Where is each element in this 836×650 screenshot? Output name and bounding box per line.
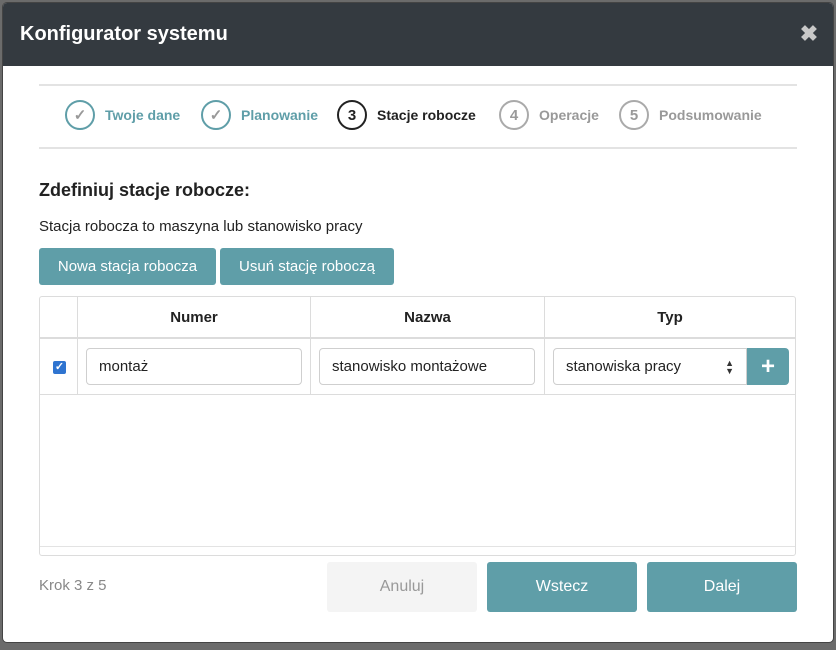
configurator-modal: Konfigurator systemu ✖ ✓ Twoje dane ✓ Pl… bbox=[3, 3, 833, 642]
step-label: Operacje bbox=[539, 107, 599, 123]
type-cell: stanowiska pracy ▲ ▼ + bbox=[544, 339, 795, 394]
close-icon[interactable]: ✖ bbox=[799, 22, 819, 46]
name-input[interactable]: stanowisko montażowe bbox=[319, 348, 535, 385]
wizard-stepper: ✓ Twoje dane ✓ Planowanie 3 Stacje roboc… bbox=[39, 84, 797, 149]
step-label: Twoje dane bbox=[105, 107, 181, 123]
step-label: Planowanie bbox=[241, 107, 319, 123]
step-twoje-dane[interactable]: ✓ Twoje dane bbox=[65, 98, 180, 132]
modal-title: Konfigurator systemu bbox=[20, 23, 228, 45]
back-button[interactable]: Wstecz bbox=[487, 562, 637, 612]
row-checkbox[interactable]: ✓ bbox=[53, 361, 66, 374]
table-row: ✓ montaż stanowisko montażowe stanowiska… bbox=[40, 339, 795, 395]
check-icon: ✓ bbox=[65, 100, 95, 130]
step-number: 4 bbox=[499, 100, 529, 130]
column-header-typ: Typ bbox=[544, 297, 795, 337]
step-operacje[interactable]: 4 Operacje bbox=[499, 98, 599, 132]
add-type-button[interactable]: + bbox=[747, 348, 789, 385]
select-column-header bbox=[40, 297, 77, 337]
type-select-value: stanowiska pracy bbox=[566, 358, 682, 375]
column-header-nazwa: Nazwa bbox=[310, 297, 544, 337]
delete-workstation-button[interactable]: Usuń stację roboczą bbox=[220, 248, 394, 285]
number-input[interactable]: montaż bbox=[86, 348, 302, 385]
section-title: Zdefiniuj stacje robocze: bbox=[39, 180, 251, 200]
column-header-numer: Numer bbox=[77, 297, 310, 337]
select-arrows-icon: ▲ ▼ bbox=[725, 357, 734, 376]
step-stacje-robocze[interactable]: 3 Stacje robocze bbox=[337, 98, 476, 132]
select-cell: ✓ bbox=[40, 339, 77, 394]
step-number: 5 bbox=[619, 100, 649, 130]
name-cell: stanowisko montażowe bbox=[310, 339, 544, 394]
section-description: Stacja robocza to maszyna lub stanowisko… bbox=[39, 218, 363, 235]
table-divider bbox=[40, 546, 795, 547]
step-label: Stacje robocze bbox=[377, 107, 476, 123]
table-header-row: Numer Nazwa Typ bbox=[40, 297, 795, 339]
step-label: Podsumowanie bbox=[659, 107, 762, 123]
check-icon: ✓ bbox=[201, 100, 231, 130]
new-workstation-button[interactable]: Nowa stacja robocza bbox=[39, 248, 216, 285]
next-button[interactable]: Dalej bbox=[647, 562, 797, 612]
type-select[interactable]: stanowiska pracy ▲ ▼ bbox=[553, 348, 747, 385]
modal-header: Konfigurator systemu ✖ bbox=[3, 3, 833, 66]
cancel-button[interactable]: Anuluj bbox=[327, 562, 477, 612]
step-number: 3 bbox=[337, 100, 367, 130]
step-counter: Krok 3 z 5 bbox=[39, 577, 107, 594]
number-cell: montaż bbox=[77, 339, 310, 394]
step-podsumowanie[interactable]: 5 Podsumowanie bbox=[619, 98, 762, 132]
workstations-table: Numer Nazwa Typ ✓ montaż stanowisko mont… bbox=[39, 296, 796, 556]
step-planowanie[interactable]: ✓ Planowanie bbox=[201, 98, 318, 132]
